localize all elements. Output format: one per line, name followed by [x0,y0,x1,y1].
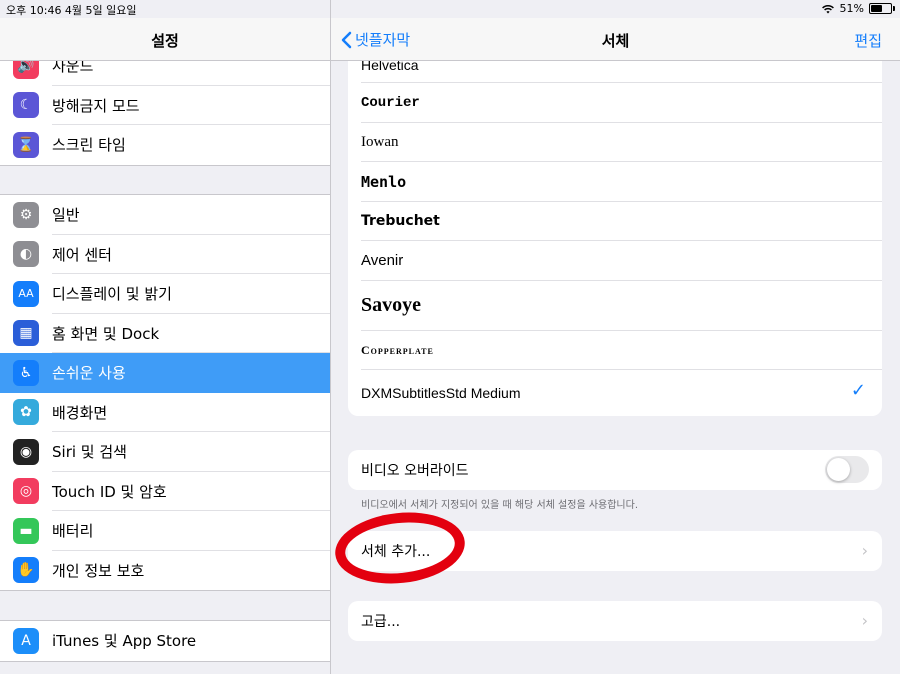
sidebar-item-app-store[interactable]: AiTunes 및 App Store [0,621,330,661]
fingerprint-icon: ◎ [13,478,39,505]
accessibility-icon: ♿ [13,359,39,386]
video-override-toggle[interactable] [825,456,869,483]
video-override-label: 비디오 오버라이드 [361,462,469,479]
sidebar-group-2: ⚙ 일반 ◐ 제어 센터 AA 디스플레이 및 밝기 ▦ 홈 화면 및 Dock ♿ 손쉬운 사용… [0,194,330,591]
font-list: Helvetica Courier Iowan Menlo Trebuchet Aveni… [348,47,882,416]
flower-icon: ✿ [13,399,39,426]
sidebar-item-gear[interactable]: ⚙ 일반 [0,195,330,235]
sidebar-item-label: 배터리 [52,522,94,541]
sidebar-title: 설정 [151,32,179,50]
font-name: Copperplate [361,342,434,357]
sidebar-item-toggles[interactable]: ◐ 제어 센터 [0,235,330,274]
hourglass-icon: ⌛ [13,131,39,158]
hand-icon: ✋ [13,557,39,584]
red-circle-annotation [331,506,469,590]
font-name: Courier [361,94,420,111]
font-row[interactable]: DXMSubtitlesStd Medium ✓ [348,370,882,416]
font-row[interactable]: Iowan [348,123,882,162]
sidebar-item-text-size[interactable]: AA 디스플레이 및 밝기 [0,274,330,314]
sidebar-item-hand[interactable]: ✋ 개인 정보 보호 [0,551,330,591]
battery-percent: 51% [839,2,864,15]
sidebar-item-label: 손쉬운 사용 [52,364,126,383]
status-right: 51% [821,2,895,15]
status-time-date: 오후 10:46 4월 5일 일요일 [6,4,137,17]
font-name: Savoye [361,294,421,316]
settings-sidebar: 설정 🔊 사운드 ☾ 방해금지 모드 ⌛ 스크린 타임 ⚙ 일반 ◐ 제어 센터 AA 디스플레이 … [0,0,331,674]
sidebar-item-label: 개인 정보 보호 [52,561,145,580]
battery-icon: ▬ [13,517,39,544]
font-name: Menlo [361,172,407,191]
gear-icon: ⚙ [13,201,39,228]
advanced-card: 고급... › [348,601,882,641]
font-name: DXMSubtitlesStd Medium [361,385,521,401]
sidebar-item-fingerprint[interactable]: ◎ Touch ID 및 암호 [0,472,330,511]
advanced-label: 고급... [361,613,401,630]
detail-title: 서체 [601,32,630,50]
sidebar-group-1: 🔊 사운드 ☾ 방해금지 모드 ⌛ 스크린 타임 [0,45,330,166]
font-name: Iowan [361,133,399,150]
moon-icon: ☾ [13,92,39,119]
font-row[interactable]: Avenir [348,241,882,281]
sidebar-item-label: Siri 및 검색 [52,443,127,462]
wifi-icon [821,4,834,13]
font-detail-pane: 넷플자막 서체 편집 Helvetica Courier Iowan Menlo Tre… [331,0,900,674]
sidebar-item-moon[interactable]: ☾ 방해금지 모드 [0,86,330,125]
home-grid-icon: ▦ [13,320,39,347]
siri-icon: ◉ [13,438,39,465]
sidebar-item-label: 디스플레이 및 밝기 [52,285,172,304]
sidebar-item-label: 일반 [52,206,80,225]
detail-nav-bar: 넷플자막 서체 편집 [331,18,900,61]
font-row[interactable]: Copperplate [348,331,882,370]
sidebar-item-label: 스크린 타임 [52,136,126,155]
text-size-icon: AA [13,280,39,307]
font-name: Avenir [361,252,404,270]
video-override-footnote: 비디오에서 서체가 지정되어 있을 때 해당 서체 설정을 사용합니다. [361,500,639,511]
app-store-icon: A [13,627,39,654]
sidebar-item-flower[interactable]: ✿ 배경화면 [0,393,330,432]
sidebar-item-hourglass[interactable]: ⌛ 스크린 타임 [0,125,330,165]
video-override-card: 비디오 오버라이드 [348,450,882,490]
font-name: Trebuchet [361,213,440,230]
checkmark-icon: ✓ [850,380,866,401]
sidebar-item-accessibility[interactable]: ♿ 손쉬운 사용 [0,353,330,393]
font-row[interactable]: Courier [348,83,882,123]
sidebar-item-label: 제어 센터 [52,245,112,264]
sidebar-item-label: 방해금지 모드 [52,96,140,115]
sidebar-item-label: Touch ID 및 암호 [52,482,167,501]
edit-button[interactable]: 편집 [854,30,882,51]
video-override-row: 비디오 오버라이드 [348,450,882,490]
sidebar-item-label: 배경화면 [52,403,108,422]
font-row[interactable]: Savoye [348,281,882,331]
sidebar-item-battery[interactable]: ▬ 배터리 [0,511,330,551]
font-row[interactable]: Trebuchet [348,202,882,241]
sidebar-group-3: AiTunes 및 App Store [0,620,330,662]
sidebar-item-home-grid[interactable]: ▦ 홈 화면 및 Dock [0,314,330,353]
advanced-row[interactable]: 고급... › [348,601,882,641]
sidebar-item-label: 홈 화면 및 Dock [52,324,160,343]
toggles-icon: ◐ [13,241,39,268]
status-bar: 오후 10:46 4월 5일 일요일 51% [0,0,900,18]
font-row[interactable]: Menlo [348,162,882,202]
battery-icon [869,3,895,14]
sidebar-item-label: iTunes 및 App Store [52,632,197,651]
sidebar-nav-bar: 설정 [0,18,330,61]
sidebar-item-siri[interactable]: ◉ Siri 및 검색 [0,432,330,472]
chevron-right-icon: › [861,541,868,560]
chevron-right-icon: › [861,611,868,630]
